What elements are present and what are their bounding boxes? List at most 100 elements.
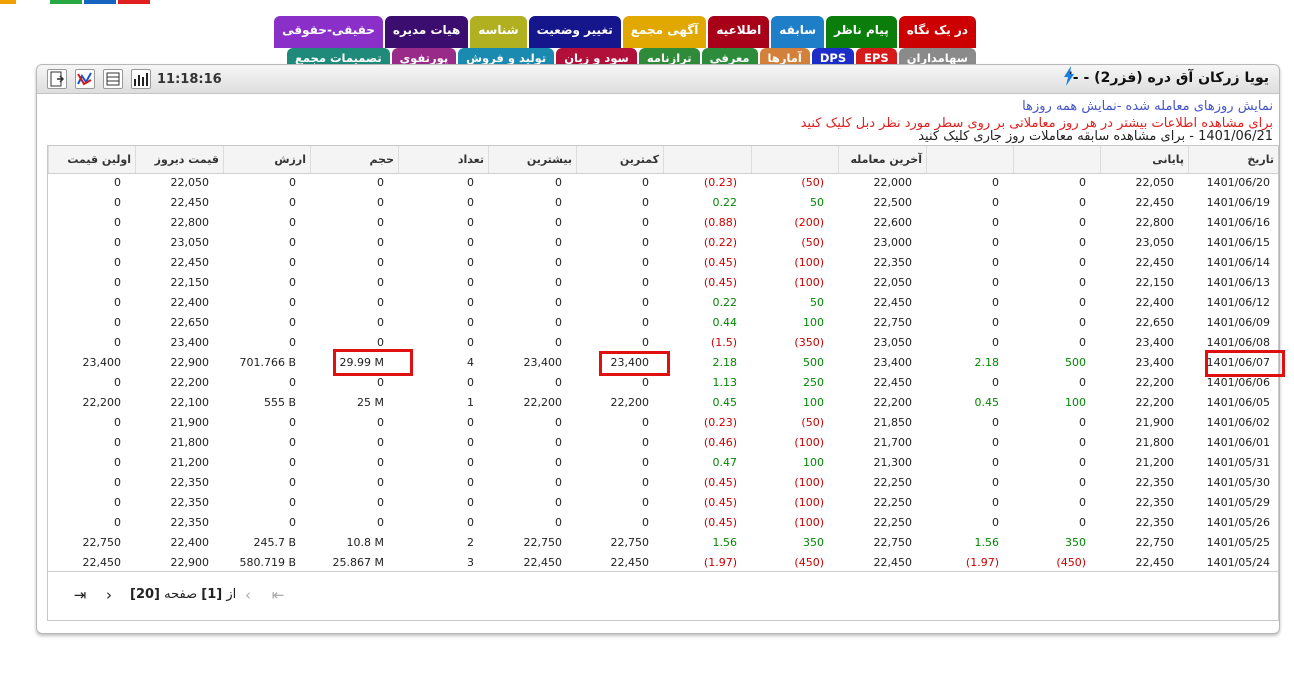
cell-col-close: 22,450 xyxy=(1135,556,1175,569)
table-row[interactable]: 1401/06/20 22,050 0 0 22,000 (50) (0.23) 0 0 0 0 0 2… xyxy=(48,173,1278,193)
table-row[interactable]: 1401/06/01 21,800 0 0 21,700 (100) (0.46) 0 0 0 0 0… xyxy=(48,433,1278,453)
cell-col-close-change: 0 xyxy=(1079,296,1086,309)
cell-col-volume: 0 xyxy=(377,376,384,389)
cell-col-close-change: 0 xyxy=(1079,316,1086,329)
bolt-icon[interactable] xyxy=(1063,66,1075,86)
cell-col-yesterday: 22,450 xyxy=(170,256,210,269)
cell-col-low: 22,750 xyxy=(610,536,650,549)
cell-col-count: 0 xyxy=(467,416,474,429)
cell-col-value: 0 xyxy=(289,256,296,269)
tab-primary-6[interactable]: شناسه xyxy=(470,16,527,48)
table-row[interactable]: 1401/05/29 22,350 0 0 22,250 (100) (0.45) 0 0 0 0 0… xyxy=(48,493,1278,513)
cell-col-last-change: (100) xyxy=(794,476,824,489)
table-row[interactable]: 1401/05/31 21,200 0 0 21,300 100 0.47 0 0 0 0 0 21,2… xyxy=(48,453,1278,473)
cell-col-close: 22,050 xyxy=(1135,176,1175,189)
header-col-volume[interactable]: حجم xyxy=(310,146,398,173)
cell-col-volume: 0 xyxy=(377,176,384,189)
tab-primary-4[interactable]: آگهی مجمع xyxy=(622,16,707,48)
header-col-close[interactable]: پایانی xyxy=(1100,146,1188,173)
cell-col-count: 0 xyxy=(467,236,474,249)
cell-col-date: 1401/06/20 xyxy=(1206,176,1270,189)
cell-col-first: 0 xyxy=(114,276,121,289)
first-page-icon[interactable]: ⇤ xyxy=(270,586,286,604)
cell-col-date: 1401/06/19 xyxy=(1206,196,1270,209)
cell-col-close-pct: 0 xyxy=(992,436,999,449)
cell-col-close-pct: 0 xyxy=(992,476,999,489)
table-row[interactable]: 1401/06/13 22,150 0 0 22,050 (100) (0.45) 0 0 0 0 0… xyxy=(48,273,1278,293)
header-col-last-change[interactable] xyxy=(751,146,838,173)
header-col-last-trade[interactable]: آخرین معامله xyxy=(838,146,926,173)
cell-col-first: 0 xyxy=(114,416,121,429)
tab-primary-5[interactable]: تغییر وضعیت xyxy=(528,16,621,48)
export-icon[interactable] xyxy=(47,69,67,89)
cell-col-close-change: 0 xyxy=(1079,236,1086,249)
cell-col-low: 0 xyxy=(642,236,649,249)
cell-col-yesterday: 22,100 xyxy=(170,396,210,409)
table-row[interactable]: 1401/06/15 23,050 0 0 23,000 (50) (0.22) 0 0 0 0 0 2… xyxy=(48,233,1278,253)
cell-col-value: 580.719 B xyxy=(239,556,296,569)
cell-col-last-pct: 1.56 xyxy=(712,536,738,549)
cell-col-value: 0 xyxy=(289,196,296,209)
last-page-icon[interactable]: ⇥ xyxy=(72,586,88,604)
table-icon[interactable] xyxy=(103,69,123,89)
tab-primary-3[interactable]: اطلاعیه xyxy=(708,16,770,48)
cell-col-yesterday: 23,400 xyxy=(170,336,210,349)
next-page-icon[interactable]: › xyxy=(101,586,117,604)
cell-col-volume: 0 xyxy=(377,256,384,269)
table-row[interactable]: 1401/06/16 22,800 0 0 22,600 (200) (0.88) 0 0 0 0 0… xyxy=(48,213,1278,233)
table-row[interactable]: 1401/06/19 22,450 0 0 22,500 50 0.22 0 0 0 0 0 22,45… xyxy=(48,193,1278,213)
cell-col-close: 21,900 xyxy=(1135,416,1175,429)
header-col-first[interactable]: اولین قیمت xyxy=(48,146,135,173)
table-row[interactable]: 1401/06/08 23,400 0 0 23,050 (350) (1.5) 0 0 0 0 0 2… xyxy=(48,333,1278,353)
cell-col-high: 0 xyxy=(555,176,562,189)
cell-col-first: 0 xyxy=(114,376,121,389)
cell-col-last-pct: (0.23) xyxy=(703,176,737,189)
table-row[interactable]: 1401/05/25 22,750 350 1.56 22,750 350 1.56 22,7… xyxy=(48,533,1278,553)
current-day-history-link[interactable]: 1401/06/21 - برای مشاهده سابقه معاملات ر… xyxy=(918,129,1273,144)
cell-col-high: 0 xyxy=(555,496,562,509)
cell-col-yesterday: 22,400 xyxy=(170,296,210,309)
cell-col-low: 0 xyxy=(642,436,649,449)
cell-col-yesterday: 22,900 xyxy=(170,356,210,369)
cell-col-yesterday: 22,350 xyxy=(170,516,210,529)
header-col-count[interactable]: تعداد xyxy=(398,146,488,173)
cell-col-value: 0 xyxy=(289,276,296,289)
table-row[interactable]: 1401/05/24 22,450 (450) (1.97) 22,450 (450) (1… xyxy=(48,553,1278,573)
table-row[interactable]: 1401/06/12 22,400 0 0 22,450 50 0.22 0 0 0 0 0 22,40… xyxy=(48,293,1278,313)
header-col-value[interactable]: ارزش xyxy=(223,146,310,173)
table-row[interactable]: 1401/06/05 22,200 100 0.45 22,200 100 0.45 22,2… xyxy=(48,393,1278,413)
cell-col-count: 1 xyxy=(467,396,474,409)
table-row[interactable]: 1401/05/26 22,350 0 0 22,250 (100) (0.45) 0 0 0 0 0… xyxy=(48,513,1278,533)
table-row[interactable]: 1401/06/14 22,450 0 0 22,350 (100) (0.45) 0 0 0 0 0… xyxy=(48,253,1278,273)
header-col-date[interactable]: تاریخ xyxy=(1188,146,1278,173)
tab-primary-7[interactable]: هیات مدیره xyxy=(384,16,469,48)
header-col-low[interactable]: کمترین xyxy=(576,146,663,173)
header-col-close-pct[interactable] xyxy=(926,146,1013,173)
header-col-close-change[interactable] xyxy=(1013,146,1100,173)
cell-col-close-pct: 0 xyxy=(992,256,999,269)
prev-page-icon[interactable]: ‹ xyxy=(240,586,256,604)
cell-col-value: 555 B xyxy=(263,396,296,409)
table-row[interactable]: 1401/05/30 22,350 0 0 22,250 (100) (0.45) 0 0 0 0 0… xyxy=(48,473,1278,493)
cell-col-value: 0 xyxy=(289,516,296,529)
cell-col-value: 701.766 B xyxy=(239,356,296,369)
tab-primary-0[interactable]: در یک نگاه xyxy=(898,16,976,48)
cell-col-close-pct: 0 xyxy=(992,376,999,389)
header-col-high[interactable]: بیشترین xyxy=(488,146,576,173)
history-grid: تاریخ پایانی آخرین معامله کمترین بیشترین تعدا… xyxy=(47,145,1279,621)
cell-col-value: 0 xyxy=(289,236,296,249)
cell-col-count: 0 xyxy=(467,176,474,189)
header-col-last-pct[interactable] xyxy=(663,146,751,173)
table-row[interactable]: 1401/06/02 21,900 0 0 21,850 (50) (0.23) 0 0 0 0 0 2… xyxy=(48,413,1278,433)
chart-bars-icon[interactable] xyxy=(131,69,151,89)
show-traded-days-link[interactable]: نمایش روزهای معامله شده -نمایش همه روزها xyxy=(1022,99,1273,114)
tab-primary-1[interactable]: پیام ناظر xyxy=(826,16,897,48)
cell-col-close: 22,350 xyxy=(1135,476,1175,489)
tab-primary-8[interactable]: حقیقی-حقوقی xyxy=(274,16,383,48)
table-row[interactable]: 1401/06/09 22,650 0 0 22,750 100 0.44 0 0 0 0 0 22,6… xyxy=(48,313,1278,333)
tab-primary-2[interactable]: سابقه xyxy=(771,16,825,48)
table-row[interactable]: 1401/06/06 22,200 0 0 22,450 250 1.13 0 0 0 0 0 22,2… xyxy=(48,373,1278,393)
header-col-yesterday[interactable]: قیمت دیروز xyxy=(135,146,223,173)
cell-col-close-change: 0 xyxy=(1079,436,1086,449)
network-chart-icon[interactable] xyxy=(75,69,95,89)
